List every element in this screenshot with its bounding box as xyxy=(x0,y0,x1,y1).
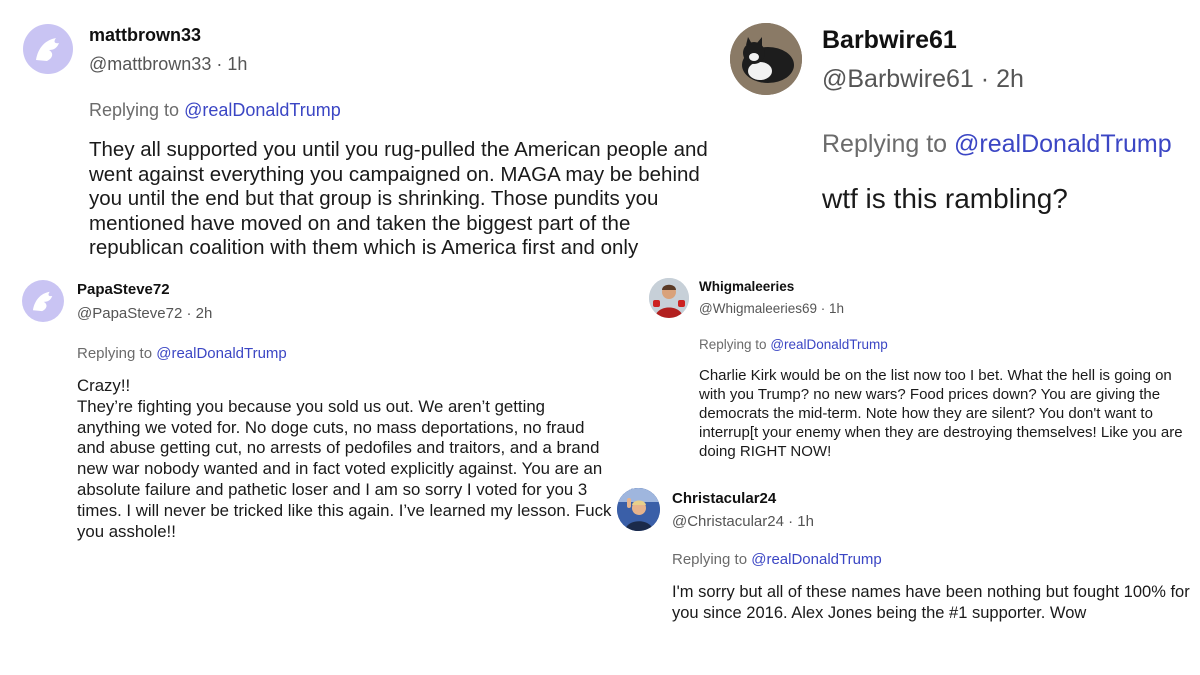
post-text-line-1: Crazy!! xyxy=(77,376,131,395)
post-body: Charlie Kirk would be on the list now to… xyxy=(699,366,1184,461)
mention-link[interactable]: @realDonaldTrump xyxy=(156,345,287,362)
eagle-default-avatar-icon[interactable] xyxy=(23,24,73,74)
reply-post-mattbrown33: mattbrown33 @mattbrown33 · 1h Replying t… xyxy=(0,0,720,265)
reply-post-christacular24: Christacular24 @Christacular24 · 1h Repl… xyxy=(600,478,1200,648)
handle-line: @Whigmaleeries69 · 1h xyxy=(699,301,845,316)
mention-link[interactable]: @realDonaldTrump xyxy=(954,130,1172,158)
post-text: wtf is this rambling? xyxy=(822,183,1068,214)
user-handle[interactable]: @Barbwire61 xyxy=(822,65,974,93)
replying-label: Replying to xyxy=(672,551,748,568)
post-age: 1h xyxy=(227,54,248,74)
replying-to-line: Replying to @realDonaldTrump xyxy=(89,100,341,121)
post-text: Charlie Kirk would be on the list now to… xyxy=(699,367,1183,460)
post-body: They all supported you until you rug-pul… xyxy=(89,138,714,261)
mention-link[interactable]: @realDonaldTrump xyxy=(184,100,341,120)
post-body: I'm sorry but all of these names have be… xyxy=(672,582,1192,624)
reply-post-whigmaleeries: Whigmaleeries @Whigmaleeries69 · 1h Repl… xyxy=(640,270,1200,470)
eagle-default-avatar-icon[interactable] xyxy=(22,280,64,322)
username[interactable]: mattbrown33 xyxy=(89,25,201,46)
replying-to-line: Replying to @realDonaldTrump xyxy=(672,551,882,568)
man-photo-avatar[interactable] xyxy=(649,278,689,318)
post-age: 1h xyxy=(829,301,845,316)
post-body: Crazy!! They’re fighting you because you… xyxy=(77,376,612,542)
mention-link[interactable]: @realDonaldTrump xyxy=(751,551,882,568)
user-handle[interactable]: @mattbrown33 xyxy=(89,54,211,74)
handle-line: @Barbwire61 · 2h xyxy=(822,65,1024,93)
post-age: 1h xyxy=(797,513,814,530)
username[interactable]: Christacular24 xyxy=(672,490,776,507)
post-body: wtf is this rambling? xyxy=(822,182,1182,216)
user-handle[interactable]: @PapaSteve72 xyxy=(77,305,182,322)
replying-to-line: Replying to @realDonaldTrump xyxy=(77,345,287,362)
user-handle[interactable]: @Whigmaleeries69 xyxy=(699,301,817,316)
username[interactable]: PapaSteve72 xyxy=(77,281,170,298)
trump-photo-avatar[interactable] xyxy=(617,488,660,531)
username[interactable]: Barbwire61 xyxy=(822,26,957,55)
post-text: They all supported you until you rug-pul… xyxy=(89,138,708,259)
mention-link[interactable]: @realDonaldTrump xyxy=(770,337,888,352)
username[interactable]: Whigmaleeries xyxy=(699,279,794,294)
replying-to-line: Replying to @realDonaldTrump xyxy=(822,130,1172,159)
reply-post-papasteve72: PapaSteve72 @PapaSteve72 · 2h Replying t… xyxy=(0,268,625,568)
replying-label: Replying to xyxy=(77,345,153,362)
replying-label: Replying to xyxy=(699,337,767,352)
reply-post-barbwire61: Barbwire61 @Barbwire61 · 2h Replying to … xyxy=(720,0,1200,230)
handle-line: @Christacular24 · 1h xyxy=(672,513,814,530)
replying-label: Replying to xyxy=(89,100,180,120)
handle-line: @PapaSteve72 · 2h xyxy=(77,305,213,322)
cat-photo-avatar[interactable] xyxy=(730,23,802,95)
post-text: I'm sorry but all of these names have be… xyxy=(672,583,1190,622)
post-age: 2h xyxy=(996,65,1024,93)
user-handle[interactable]: @Christacular24 xyxy=(672,513,784,530)
post-age: 2h xyxy=(195,305,213,322)
replying-to-line: Replying to @realDonaldTrump xyxy=(699,337,888,352)
handle-line: @mattbrown33 · 1h xyxy=(89,54,248,74)
post-text-line-2: They’re fighting you because you sold us… xyxy=(77,396,612,541)
replying-label: Replying to xyxy=(822,130,948,158)
